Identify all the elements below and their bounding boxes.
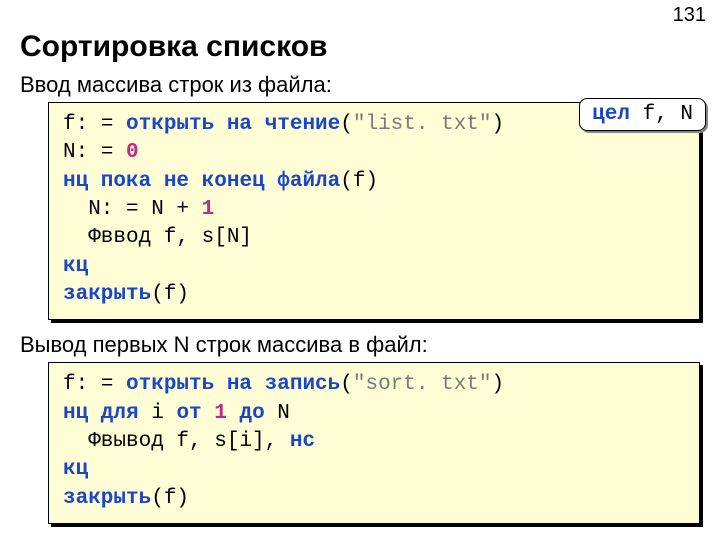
page: 131 Сортировка списков Ввод массива стро… — [0, 0, 720, 540]
kw: закрыть — [63, 283, 151, 306]
t: ( — [340, 113, 353, 136]
kw: кц — [63, 255, 88, 278]
t: Фввод f, s[N] — [63, 226, 252, 249]
page-title: Сортировка списков — [20, 30, 700, 64]
callout-vars: f, N — [630, 103, 693, 126]
kw: нц пока не — [63, 170, 189, 193]
kw: нс — [290, 430, 315, 453]
num: 0 — [126, 141, 139, 164]
t: (f) — [151, 487, 189, 510]
t: Фвывод f, s[i], — [63, 430, 290, 453]
kw: конец файла — [202, 170, 341, 193]
code-box-2: f: = открыть на запись("sort. txt") нц д… — [48, 362, 700, 524]
t: i — [139, 402, 177, 425]
str: "sort. txt" — [353, 373, 492, 396]
t: N: = N + — [63, 198, 202, 221]
t — [202, 402, 215, 425]
t: (f) — [151, 283, 189, 306]
t: N — [265, 402, 290, 425]
kw: открыть на чтение — [126, 113, 340, 136]
kw: открыть на запись — [126, 373, 340, 396]
kw: от — [176, 402, 201, 425]
kw: до — [239, 402, 264, 425]
t: ( — [340, 373, 353, 396]
num: 1 — [214, 402, 227, 425]
t: N: = — [63, 141, 126, 164]
t: f: = — [63, 113, 126, 136]
t — [227, 402, 240, 425]
kw-tsel: цел — [592, 103, 630, 126]
type-callout: цел f, N — [579, 98, 706, 131]
section1-heading: Ввод массива строк из файла: — [20, 72, 700, 98]
kw: закрыть — [63, 487, 151, 510]
str: "list. txt" — [353, 113, 492, 136]
num: 1 — [202, 198, 215, 221]
kw: кц — [63, 458, 88, 481]
section2-heading: Вывод первых N строк массива в файл: — [20, 332, 700, 358]
code-block-1: цел f, N f: = открыть на чтение("list. t… — [48, 102, 700, 320]
t: ) — [492, 113, 505, 136]
kw: нц для — [63, 402, 139, 425]
page-number: 131 — [673, 4, 706, 27]
code-block-2: f: = открыть на запись("sort. txt") нц д… — [48, 362, 700, 524]
code-box-1: f: = открыть на чтение("list. txt") N: =… — [48, 102, 700, 320]
t: (f) — [340, 170, 378, 193]
t: f: = — [63, 373, 126, 396]
t — [189, 170, 202, 193]
t: ) — [492, 373, 505, 396]
